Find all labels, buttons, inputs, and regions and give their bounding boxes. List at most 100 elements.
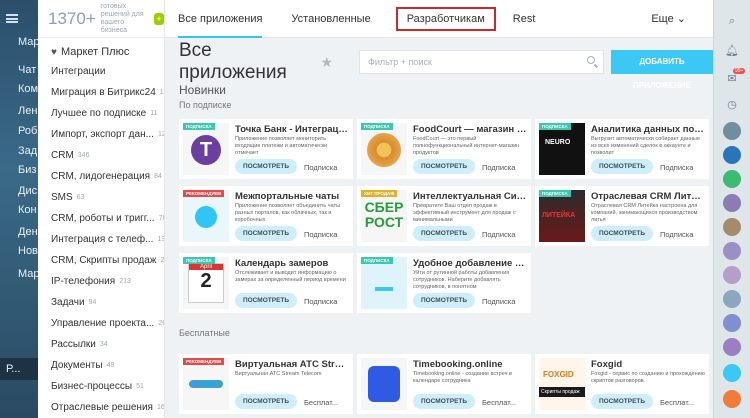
search-input[interactable]: Фильтр + поиск — [359, 50, 604, 74]
view-button[interactable]: ПОСМОТРЕТЬ — [591, 394, 653, 409]
app-card-thumbnail[interactable]: ПОДПИСКА NEURO — [539, 123, 585, 175]
sidebar-category-item[interactable]: Импорт, экспорт дан...128 — [51, 124, 164, 145]
app-card[interactable]: РЕКОМЕНДУЕМ Виртуальная АТС Stream Teleco… — [179, 354, 353, 414]
search-icon[interactable]: ⌕ — [725, 14, 739, 28]
app-card[interactable]: ПОДПИСКА ЛИТЕЙКА Отраслевая CRM Литейка Отр… — [535, 186, 709, 246]
sidebar-category-item[interactable]: CRM, Скрипты продаж21 — [51, 250, 164, 271]
sidebar-category-item[interactable]: Документы 49 — [51, 355, 164, 376]
app-card[interactable]: FOXGID Скрипты продаж Foxgid Foxgid - серви… — [535, 354, 709, 414]
left-menu-item[interactable]: Мар — [18, 36, 38, 48]
app-card-title[interactable]: Точка Банк - Интеграция — [235, 124, 349, 135]
tab-more[interactable]: Еще ⌄ — [651, 0, 686, 38]
view-button[interactable]: ПОСМОТРЕТЬ — [235, 226, 297, 241]
app-card-thumbnail[interactable]: ПОДПИСКА T — [183, 123, 229, 175]
left-menu-item[interactable]: Зад — [18, 145, 37, 157]
sidebar-category-item[interactable]: Интеграция с телеф...139 — [51, 229, 164, 250]
avatar[interactable] — [723, 266, 741, 284]
view-button[interactable]: ПОСМОТРЕТЬ — [235, 293, 297, 308]
clock-icon[interactable]: ◷ — [725, 98, 739, 112]
left-menu-item[interactable]: Ком — [18, 83, 38, 95]
app-card[interactable]: Timebooking.online Timebooking.online - с… — [357, 354, 531, 414]
sidebar-category-item[interactable]: Бизнес-процессы 51 — [51, 376, 164, 397]
avatar[interactable] — [723, 170, 741, 188]
avatar[interactable] — [723, 194, 741, 212]
tab-installed[interactable]: Установленные — [291, 0, 370, 38]
app-card[interactable]: ПОДПИСКА April 2 Календарь замеров Отслежива… — [179, 253, 353, 313]
tab-all-apps[interactable]: Все приложения — [178, 0, 263, 38]
sidebar-category-item[interactable]: CRM, роботы и тригг...76 — [51, 208, 164, 229]
avatar[interactable] — [723, 338, 741, 356]
left-menu-item-active[interactable]: Р... — [0, 358, 38, 380]
app-card-thumbnail[interactable]: РЕКОМЕНДУЕМ — [183, 358, 229, 410]
left-menu-item[interactable]: Дис — [18, 185, 37, 197]
sidebar-category-item[interactable]: Интеграции — [51, 61, 164, 82]
app-card-title[interactable]: Межпортальные чаты — [235, 191, 349, 202]
sidebar-category-item[interactable]: Лучшее по подписке 11 — [51, 103, 164, 124]
app-card-thumbnail[interactable]: ПОДПИСКА — [361, 257, 407, 309]
app-card-thumbnail[interactable] — [361, 358, 407, 410]
sidebar-category-item[interactable]: Отраслевые решения163 — [51, 397, 164, 418]
app-card-thumbnail[interactable]: ПОДПИСКА — [361, 123, 407, 175]
app-card-title[interactable]: Виртуальная АТС Stream Telecom — [235, 359, 349, 370]
sidebar-category-item[interactable]: CRM, лидогенерация 84 — [51, 166, 164, 187]
app-card[interactable]: ХИТ ПРОДАЖ СБЕРРОСТ Интеллектуальная Систе… — [357, 186, 531, 246]
tab-developers[interactable]: Разработчикам — [395, 6, 496, 31]
app-card[interactable]: ПОДПИСКА T Точка Банк - Интеграция Приложен… — [179, 119, 353, 179]
app-card-title[interactable]: Timebooking.online — [413, 359, 527, 370]
left-menu-item[interactable]: Биз — [18, 164, 36, 176]
app-card-title[interactable]: Интеллектуальная Система продаж — [413, 191, 527, 202]
sidebar-category-item[interactable]: IP-телефония 213 — [51, 271, 164, 292]
hamburger-icon[interactable] — [6, 14, 18, 23]
left-menu-item[interactable]: Кон — [18, 204, 37, 216]
app-card-thumbnail[interactable]: ПОДПИСКА ЛИТЕЙКА — [539, 190, 585, 242]
app-card-thumbnail[interactable]: РЕКОМЕНДУЕМ — [183, 190, 229, 242]
bell-icon[interactable]: 🔔︎ — [725, 44, 739, 58]
sidebar-category-item[interactable]: Задачи 94 — [51, 292, 164, 313]
view-button[interactable]: ПОСМОТРЕТЬ — [591, 226, 653, 241]
app-card-thumbnail[interactable]: ПОДПИСКА April 2 — [183, 257, 229, 309]
sidebar-category-item[interactable]: Миграция в Битрикс2411 — [51, 82, 164, 103]
chat-icon[interactable]: ✉ — [725, 72, 739, 86]
view-button[interactable]: ПОСМОТРЕТЬ — [235, 394, 297, 409]
app-card-title[interactable]: Календарь замеров — [235, 258, 349, 269]
avatar[interactable] — [723, 314, 741, 332]
app-card[interactable]: РЕКОМЕНДУЕМ Межпортальные чаты Приложение … — [179, 186, 353, 246]
view-button[interactable]: ПОСМОТРЕТЬ — [413, 226, 475, 241]
call-icon[interactable] — [723, 364, 741, 382]
avatar[interactable] — [723, 146, 741, 164]
app-card-title[interactable]: Аналитика данных по сделкам — [591, 124, 705, 135]
left-menu-item[interactable]: Лен — [18, 105, 37, 117]
add-app-button[interactable]: ДОБАВИТЬ ПРИЛОЖЕНИЕ — [610, 50, 713, 90]
view-button[interactable]: ПОСМОТРЕТЬ — [413, 293, 475, 308]
left-menu-item[interactable]: Роб — [18, 125, 37, 137]
app-card-thumbnail[interactable]: FOXGID Скрипты продаж — [539, 358, 585, 410]
avatar[interactable] — [723, 218, 741, 236]
app-card[interactable]: ПОДПИСКА FoodCourt — магазин доставки еды… — [357, 119, 531, 179]
star-icon[interactable]: ★ — [320, 54, 333, 71]
avatar[interactable] — [723, 242, 741, 260]
sidebar-category-item[interactable]: Рассылки 34 — [51, 334, 164, 355]
left-menu-item[interactable]: Ден — [18, 226, 38, 238]
app-card-thumbnail[interactable]: ХИТ ПРОДАЖ СБЕР РОСТ — [361, 190, 407, 242]
market-plus-link[interactable]: ♥ Маркет Плюс — [38, 38, 164, 58]
view-button[interactable]: ПОСМОТРЕТЬ — [413, 394, 475, 409]
app-card-title[interactable]: Foxgid — [591, 359, 705, 370]
left-menu-item[interactable]: Нов — [18, 245, 38, 257]
app-card[interactable]: ПОДПИСКА Удобное добавление сотрудниковУй… — [357, 253, 531, 313]
app-card-title[interactable]: Удобное добавление сотрудников — [413, 258, 527, 269]
sidebar-category-item[interactable]: CRM 346 — [51, 145, 164, 166]
view-button[interactable]: ПОСМОТРЕТЬ — [591, 159, 653, 174]
sidebar-category-item[interactable]: SMS 63 — [51, 187, 164, 208]
avatar[interactable] — [723, 390, 741, 408]
sidebar-category-item[interactable]: Управление проекта...26 — [51, 313, 164, 334]
left-menu-item[interactable]: Чат — [18, 64, 36, 76]
app-card-title[interactable]: FoodCourt — магазин доставки еды — [413, 124, 527, 135]
avatar[interactable] — [723, 290, 741, 308]
plus-icon[interactable]: + — [154, 12, 164, 25]
search-icon[interactable] — [586, 56, 595, 64]
view-button[interactable]: ПОСМОТРЕТЬ — [413, 159, 475, 174]
tab-rest[interactable]: Rest — [513, 0, 536, 38]
app-card[interactable]: ПОДПИСКА NEURO Аналитика данных по сделкам… — [535, 119, 709, 179]
app-card-title[interactable]: Отраслевая CRM Литейка — [591, 191, 705, 202]
view-button[interactable]: ПОСМОТРЕТЬ — [235, 159, 297, 174]
